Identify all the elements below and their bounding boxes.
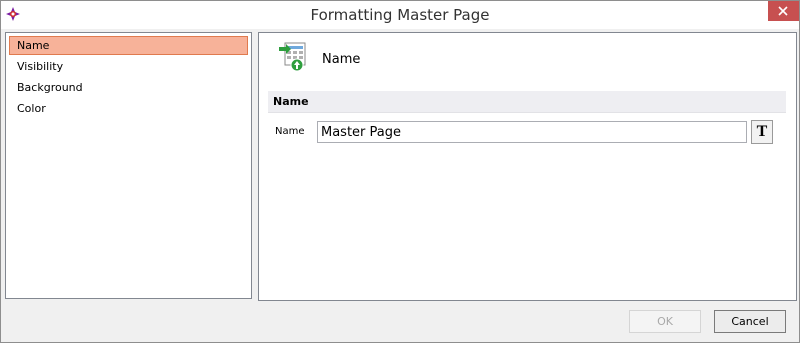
window-title: Formatting Master Page xyxy=(310,6,490,24)
properties-panel: Name Name Name T xyxy=(258,32,797,301)
master-page-icon xyxy=(277,41,309,73)
nav-item-color[interactable]: Color xyxy=(9,99,248,118)
section-header: Name xyxy=(268,91,786,113)
close-icon xyxy=(778,6,788,16)
text-format-button[interactable]: T xyxy=(751,120,773,144)
name-input[interactable] xyxy=(317,121,747,143)
name-field-label: Name xyxy=(275,126,305,137)
cancel-button[interactable]: Cancel xyxy=(714,310,786,333)
page-header-label: Name xyxy=(322,52,361,67)
nav-item-name[interactable]: Name xyxy=(9,36,248,55)
close-button[interactable] xyxy=(768,1,799,21)
title-bar[interactable]: Formatting Master Page xyxy=(1,1,799,29)
nav-item-visibility[interactable]: Visibility xyxy=(9,57,248,76)
section-title: Name xyxy=(273,95,309,108)
nav-item-background[interactable]: Background xyxy=(9,78,248,97)
category-list[interactable]: Name Visibility Background Color xyxy=(5,32,252,299)
dialog-window: Formatting Master Page Name Visibility B… xyxy=(0,0,800,343)
ok-button[interactable]: OK xyxy=(629,310,701,333)
